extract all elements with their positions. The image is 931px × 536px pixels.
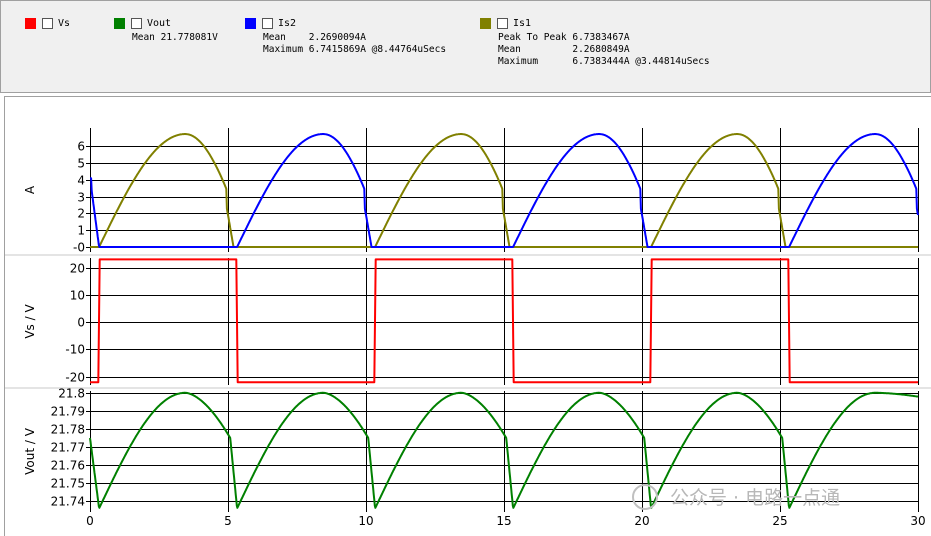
x-tick-label: 0 xyxy=(86,514,94,528)
y-tick-label: 21.78 xyxy=(51,423,85,437)
y-tick-label: 1 xyxy=(77,224,85,238)
x-tick-label: 25 xyxy=(772,514,787,528)
y-tick-label: 21.74 xyxy=(51,495,85,509)
x-tick-label: 20 xyxy=(634,514,649,528)
y-tick-label: 6 xyxy=(77,140,85,154)
y-tick-label: -20 xyxy=(65,371,85,385)
subplot-1: 6 5 4 3 2 1 -0 A xyxy=(23,128,919,255)
x-tick-label: 15 xyxy=(496,514,511,528)
y-axis-label: Vs / V xyxy=(23,304,37,339)
y-tick-label: 21.77 xyxy=(51,441,85,455)
y-axis-label: Vout / V xyxy=(23,427,37,475)
wechat-icon xyxy=(632,484,658,510)
y-tick-label: 0 xyxy=(77,316,85,330)
subplot-2: 20 10 0 -10 -20 Vs / V xyxy=(23,258,919,385)
y-tick-label: 20 xyxy=(70,262,85,276)
y-tick-label: 21.76 xyxy=(51,459,85,473)
y-tick-label: -0 xyxy=(73,241,85,255)
y-tick-label: 10 xyxy=(70,289,85,303)
y-tick-label: 5 xyxy=(77,157,85,171)
y-tick-label: 21.75 xyxy=(51,477,85,491)
x-tick-label: 5 xyxy=(224,514,232,528)
watermark-text: 公众号 · 电路一点通 xyxy=(670,487,840,509)
y-tick-label: -10 xyxy=(65,343,85,357)
y-tick-label: 4 xyxy=(77,174,85,188)
y-tick-label: 3 xyxy=(77,191,85,205)
y-tick-label: 21.79 xyxy=(51,405,85,419)
x-tick-label: 30 xyxy=(910,514,925,528)
x-tick-label: 10 xyxy=(358,514,373,528)
y-axis-label: A xyxy=(23,185,37,194)
plot-area: 6 5 4 3 2 1 -0 A 20 10 0 -10 -20 Vs / V 21.8 21.79 21.78… xyxy=(5,128,931,528)
y-tick-label: 21.8 xyxy=(58,387,85,401)
y-tick-label: 2 xyxy=(77,207,85,221)
